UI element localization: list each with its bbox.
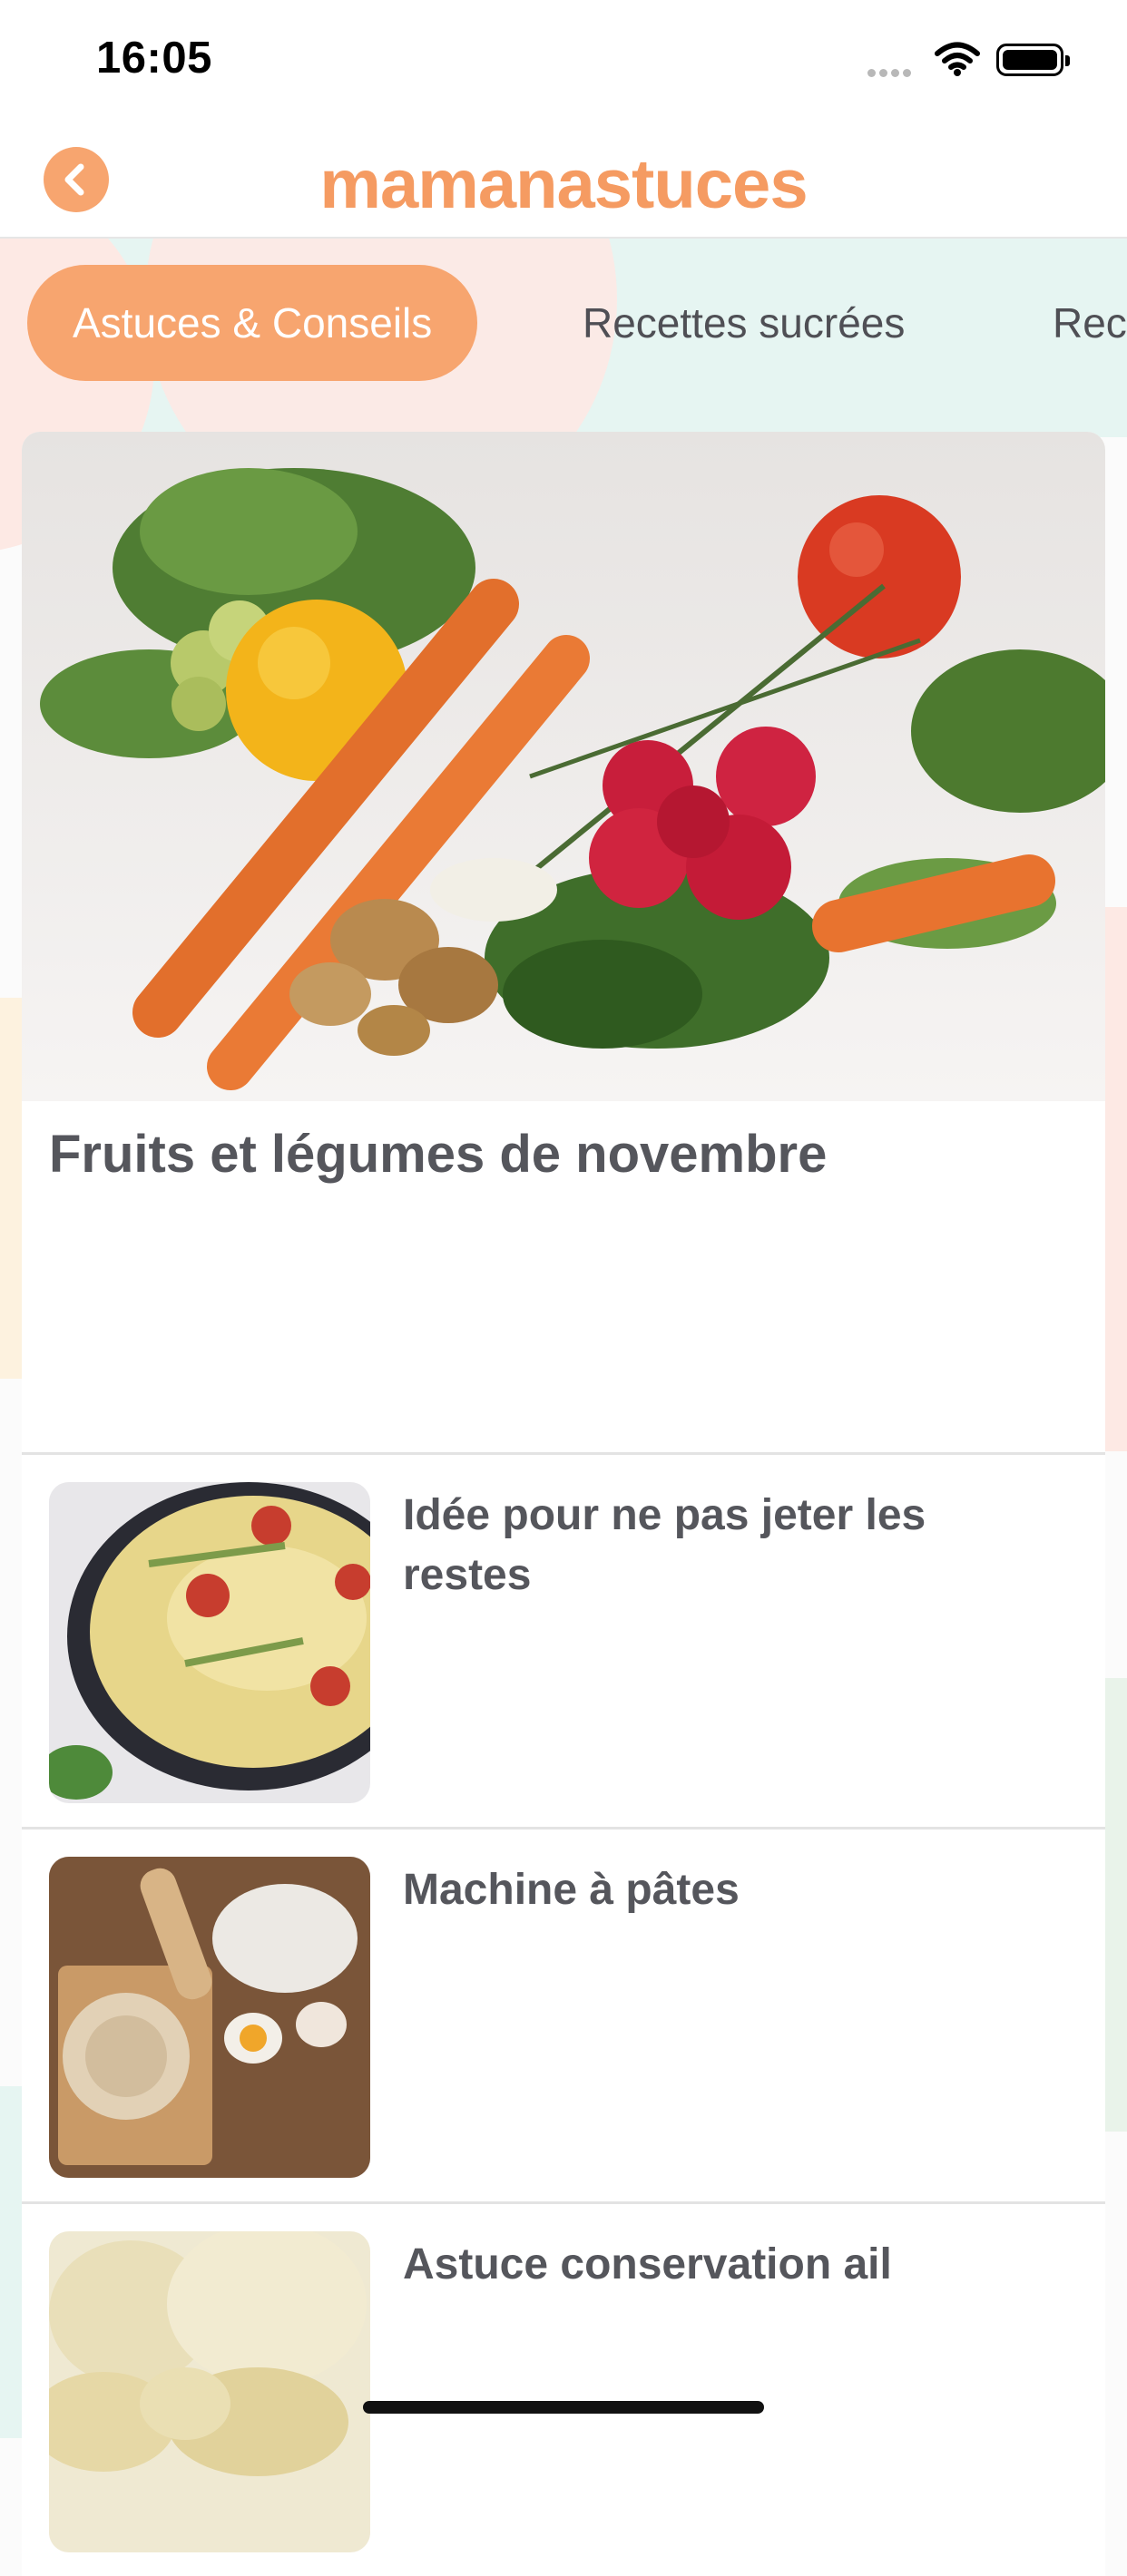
status-bar: 16:05 <box>0 0 1127 118</box>
navigation-bar: mamanastuces <box>0 118 1127 239</box>
article-title: Idée pour ne pas jeter les restes <box>403 1491 926 1599</box>
featured-article-title: Fruits et légumes de novembre <box>49 1125 828 1184</box>
signal-icon <box>867 65 915 82</box>
featured-article-image <box>22 432 1105 1101</box>
wifi-icon <box>935 42 980 76</box>
tab-recettes-sucrees[interactable]: Recettes sucrées <box>583 265 905 381</box>
brand-logo-text: mamanastuces <box>319 146 808 223</box>
article-thumbnail <box>49 1482 370 1803</box>
status-time: 16:05 <box>96 34 212 83</box>
tab-astuces-conseils[interactable]: Astuces & Conseils <box>27 265 478 381</box>
article-thumbnail <box>49 1857 370 2178</box>
article-thumbnail <box>49 2231 370 2552</box>
featured-article-card[interactable]: Fruits et légumes de novembre <box>22 432 1105 1453</box>
article-title: Machine à pâtes <box>403 1866 740 1914</box>
battery-icon <box>996 44 1070 76</box>
article-row[interactable]: Astuce conservation ail <box>22 2204 1105 2576</box>
tab-recettes-partial[interactable]: Rec <box>1053 265 1127 381</box>
article-row[interactable]: Machine à pâtes <box>22 1830 1105 2201</box>
home-indicator[interactable] <box>363 2401 764 2414</box>
category-tabs: Astuces & Conseils Recettes sucrées Rec <box>0 265 1127 383</box>
article-title: Astuce conservation ail <box>403 2240 892 2288</box>
article-row[interactable]: Idée pour ne pas jeter les restes <box>22 1455 1105 1827</box>
